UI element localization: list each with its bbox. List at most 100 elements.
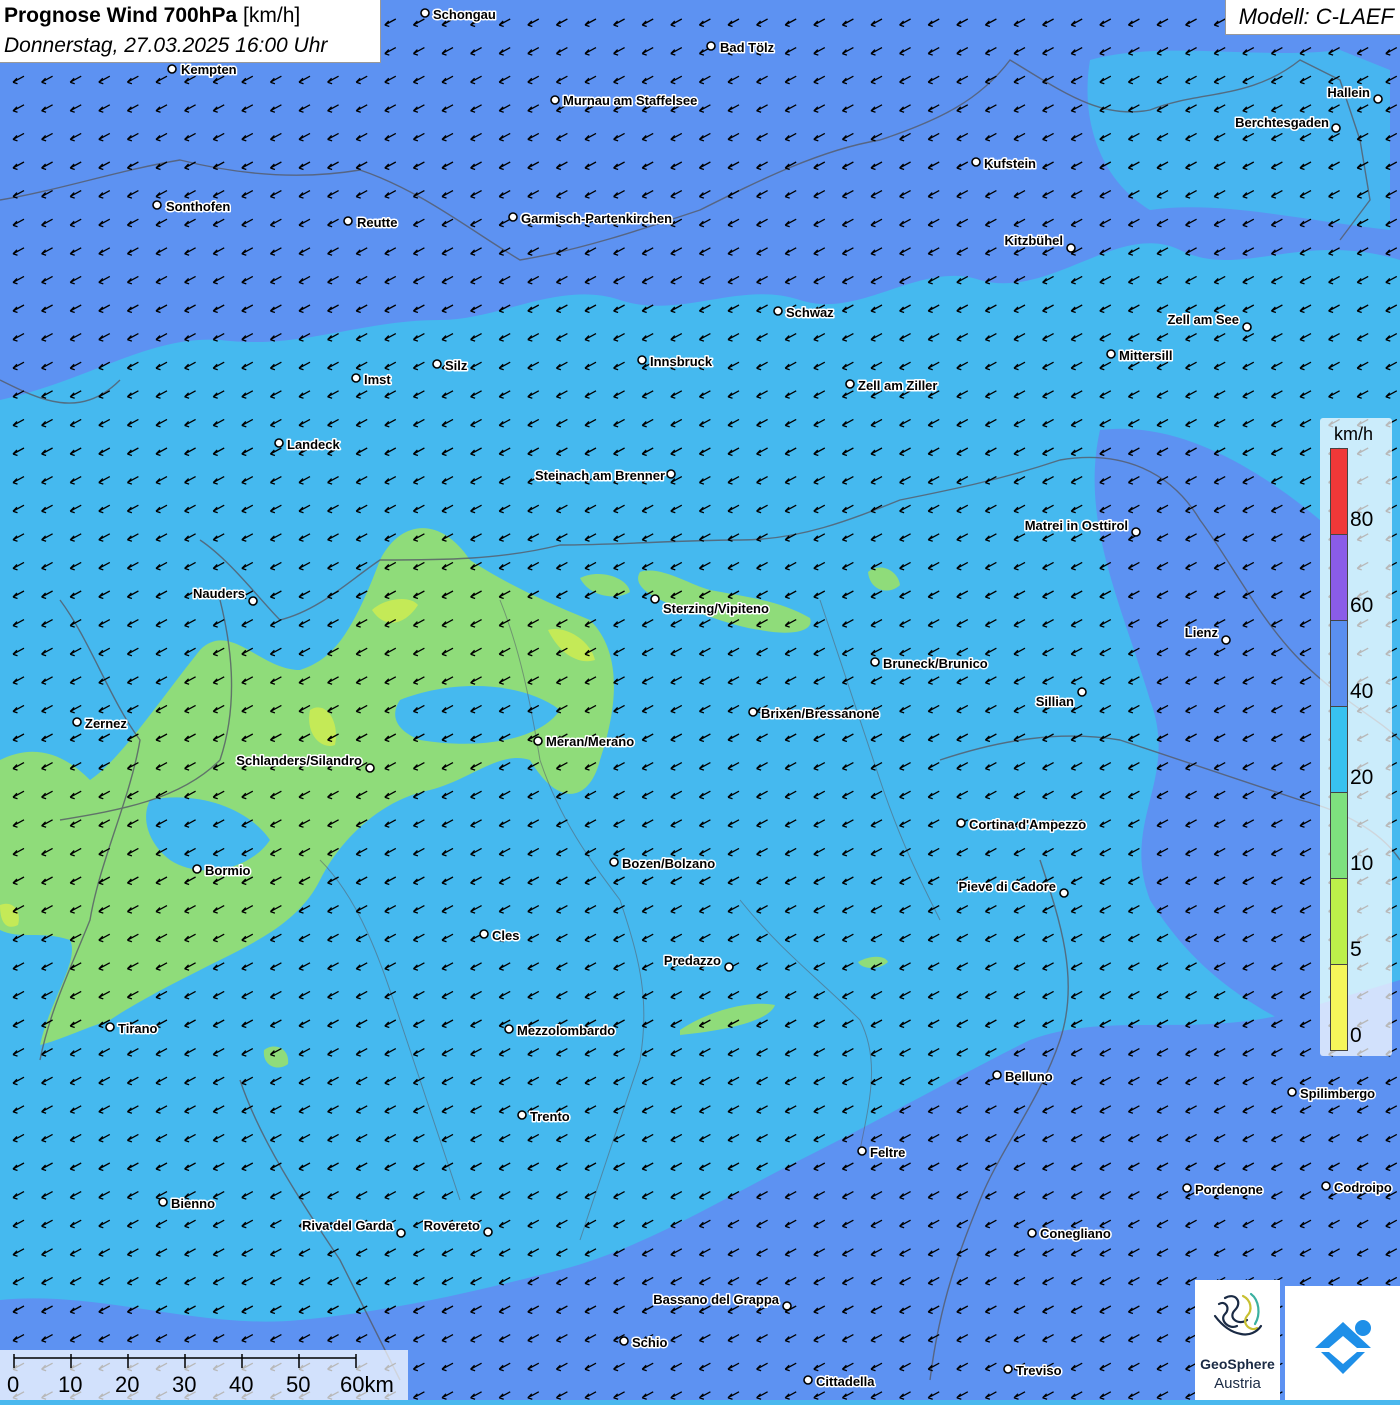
legend-label-80: 80 xyxy=(1350,508,1374,531)
city-label: Predazzo xyxy=(664,953,721,968)
scale-label-60km: 60km xyxy=(340,1372,394,1397)
city-dot xyxy=(1027,1228,1037,1238)
city-label: Bad Tölz xyxy=(720,40,775,55)
city-label: Cles xyxy=(492,928,519,943)
city-dot xyxy=(1106,349,1116,359)
scale-label-0: 0 xyxy=(7,1372,20,1397)
city-marker: Meran/Merano xyxy=(533,733,636,751)
city-label: Kempten xyxy=(181,62,237,77)
city-label: Lienz xyxy=(1185,625,1219,640)
city-dot xyxy=(773,306,783,316)
city-label: Zernez xyxy=(85,716,127,731)
app-logo[interactable] xyxy=(1285,1286,1400,1400)
city-dot xyxy=(666,469,676,479)
geosphere-icon xyxy=(1213,1292,1263,1336)
city-dot xyxy=(1077,687,1087,697)
city-label: Belluno xyxy=(1005,1069,1053,1084)
city-marker: Brixen/Bressanone xyxy=(748,705,881,723)
scale-label-30: 30 xyxy=(172,1372,197,1397)
city-label: Bassano del Grappa xyxy=(653,1292,779,1307)
city-dot xyxy=(192,864,202,874)
scale-label-40: 40 xyxy=(229,1372,254,1397)
city-dot xyxy=(105,1022,115,1032)
city-dot xyxy=(432,359,442,369)
city-label: Murnau am Staffelsee xyxy=(563,93,697,108)
city-label: Reutte xyxy=(357,215,397,230)
city-label: Mezzolombardo xyxy=(517,1023,615,1038)
city-dot xyxy=(158,1197,168,1207)
city-label: Sonthofen xyxy=(166,199,230,214)
legend-label-0: 0 xyxy=(1350,1024,1362,1047)
city-dot xyxy=(619,1336,629,1346)
city-dot xyxy=(1131,527,1141,537)
city-marker: Pordenone xyxy=(1182,1181,1264,1199)
city-label: Schongau xyxy=(433,7,496,22)
city-marker: Cortina d'Ampezzo xyxy=(956,816,1088,834)
city-label: Meran/Merano xyxy=(546,734,634,749)
city-label: Cortina d'Ampezzo xyxy=(969,817,1086,832)
city-dot xyxy=(748,707,758,717)
city-dot xyxy=(533,736,543,746)
city-label: Spilimbergo xyxy=(1300,1086,1375,1101)
legend-label-60: 60 xyxy=(1350,594,1374,617)
city-dot xyxy=(609,857,619,867)
city-marker: Schongau xyxy=(420,6,497,24)
city-label: Zell am See xyxy=(1167,312,1239,327)
city-dot xyxy=(1331,123,1341,133)
city-dot xyxy=(479,929,489,939)
city-label: Conegliano xyxy=(1040,1226,1111,1241)
city-label: Steinach am Brenner xyxy=(535,468,665,483)
scale-bar: 0 10 20 30 40 50 60km xyxy=(0,1350,408,1400)
legend-label-40: 40 xyxy=(1350,680,1374,703)
city-label: Kitzbühel xyxy=(1005,233,1064,248)
city-dot xyxy=(1003,1364,1013,1374)
forecast-datetime: Donnerstag, 27.03.2025 16:00 Uhr xyxy=(4,34,328,57)
legend-seg-0-5 xyxy=(1330,964,1348,1051)
city-dot xyxy=(420,8,430,18)
city-dot xyxy=(483,1227,493,1237)
geosphere-logo[interactable]: GeoSphere Austria xyxy=(1195,1280,1280,1400)
city-dot xyxy=(1373,94,1383,104)
city-dot xyxy=(857,1146,867,1156)
city-label: Bozen/Bolzano xyxy=(622,856,715,871)
city-dot xyxy=(1221,635,1231,645)
legend-seg-5-10 xyxy=(1330,878,1348,965)
city-label: Bienno xyxy=(171,1196,215,1211)
city-marker: Innsbruck xyxy=(637,353,714,371)
city-label: Zell am Ziller xyxy=(858,378,937,393)
city-label: Riva del Garda xyxy=(302,1218,394,1233)
wind-map: Schongau Bad Tölz Kempten Murnau am Staffel… xyxy=(0,0,1400,1400)
legend-seg-20-40 xyxy=(1330,706,1348,793)
legend-seg-40-60 xyxy=(1330,620,1348,707)
legend-label-20: 20 xyxy=(1350,766,1374,789)
city-label: Cittadella xyxy=(816,1374,875,1389)
map-title-bold: Prognose Wind 700hPa xyxy=(4,4,238,27)
legend-seg-60-80 xyxy=(1330,534,1348,621)
city-marker: Conegliano xyxy=(1027,1225,1112,1243)
city-label: Silz xyxy=(445,358,468,373)
city-label: Trento xyxy=(530,1109,570,1124)
city-dot xyxy=(1242,322,1252,332)
city-label: Matrei in Osttirol xyxy=(1025,518,1128,533)
legend-seg-80-plus xyxy=(1330,448,1348,535)
city-dot xyxy=(274,438,284,448)
city-dot xyxy=(803,1375,813,1385)
geosphere-country: Austria xyxy=(1214,1375,1261,1392)
legend-unit: km/h xyxy=(1334,424,1374,444)
city-dot xyxy=(956,818,966,828)
city-label: Garmisch-Partenkirchen xyxy=(521,211,672,226)
city-label: Codroipo xyxy=(1334,1180,1392,1195)
city-dot xyxy=(1059,888,1069,898)
city-label: Berchtesgaden xyxy=(1235,115,1329,130)
city-marker: Spilimbergo xyxy=(1287,1085,1377,1103)
city-dot xyxy=(1182,1183,1192,1193)
city-dot xyxy=(1321,1181,1331,1191)
city-dot xyxy=(870,657,880,667)
city-label: Nauders xyxy=(193,586,245,601)
city-marker: Bozen/Bolzano xyxy=(609,855,717,873)
map-title: Prognose Wind 700hPa [km/h] xyxy=(4,4,300,28)
city-marker: Garmisch-Partenkirchen xyxy=(508,210,674,228)
model-label: Modell: C-LAEF xyxy=(1238,4,1394,29)
city-marker: Berchtesgaden xyxy=(1234,114,1341,133)
city-label: Pordenone xyxy=(1195,1182,1263,1197)
